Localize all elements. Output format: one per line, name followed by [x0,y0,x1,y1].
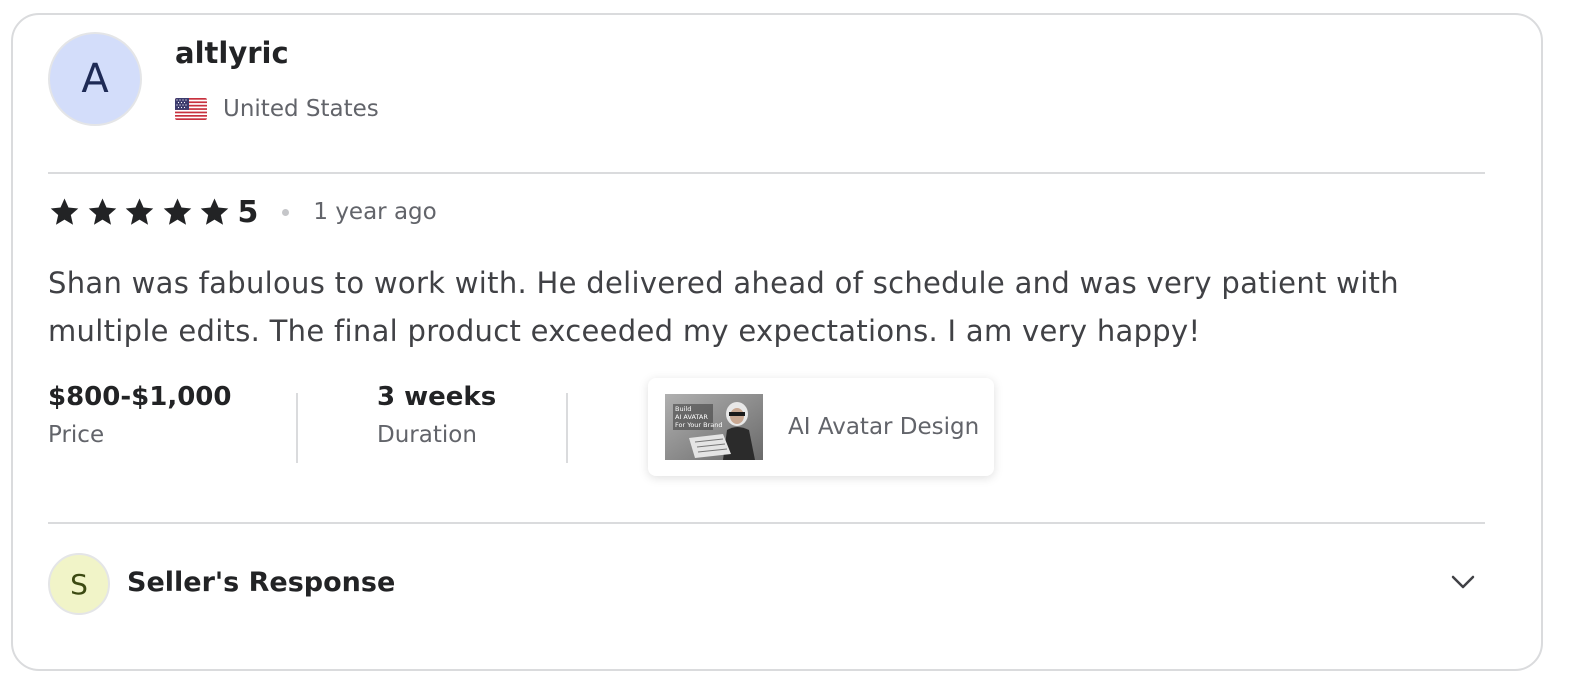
star-icon [200,197,229,225]
duration-value: 3 weeks [377,382,497,412]
gig-thumb-caption-line2: AI AVATAR [675,413,708,421]
star-rating [48,196,236,229]
reviewer-avatar[interactable]: A [48,32,142,126]
gig-title: AI Avatar Design [788,414,980,440]
seller-avatar: S [48,553,110,615]
seller-divider [48,522,1485,524]
price-value: $800-$1,000 [48,382,232,412]
seller-response-label: Seller's Response [127,567,396,598]
separator-dot [282,208,290,216]
review-time-ago: 1 year ago [313,199,437,225]
star-icon [88,197,116,225]
review-text: Shan was fabulous to work with. He deliv… [48,266,1399,348]
gig-thumbnail: Build AI AVATAR For Your Brand [665,394,763,460]
meta-divider [296,393,298,463]
us-flag-icon [175,98,207,120]
price-block: $800-$1,000 Price [48,380,232,448]
price-label: Price [48,422,105,448]
gig-thumb-caption-line1: Build [675,405,691,413]
reviewer-header: A altlyric United States [48,32,1488,128]
gig-card[interactable]: Build AI AVATAR For Your Brand AI Avatar… [648,378,994,476]
seller-response-toggle[interactable]: S Seller's Response [48,553,1488,617]
star-icon [163,197,191,225]
country-name: United States [223,96,379,122]
meta-divider [566,393,568,463]
chevron-down-icon[interactable] [1448,567,1478,597]
duration-label: Duration [377,422,477,448]
rating-value: 5 [237,194,259,230]
header-divider [48,172,1485,174]
star-icon [125,197,154,225]
seller-avatar-initial: S [70,567,88,601]
gig-thumb-caption-line3: For Your Brand [675,421,723,429]
duration-block: 3 weeks Duration [377,380,496,448]
rating-row: 5 1 year ago [48,192,437,232]
star-icon [50,197,79,225]
reviewer-avatar-initial: A [81,56,109,102]
reviewer-username[interactable]: altlyric [175,36,289,70]
reviewer-country: United States [175,94,379,124]
review-meta: $800-$1,000 Price 3 weeks Duration Build… [48,378,1048,490]
